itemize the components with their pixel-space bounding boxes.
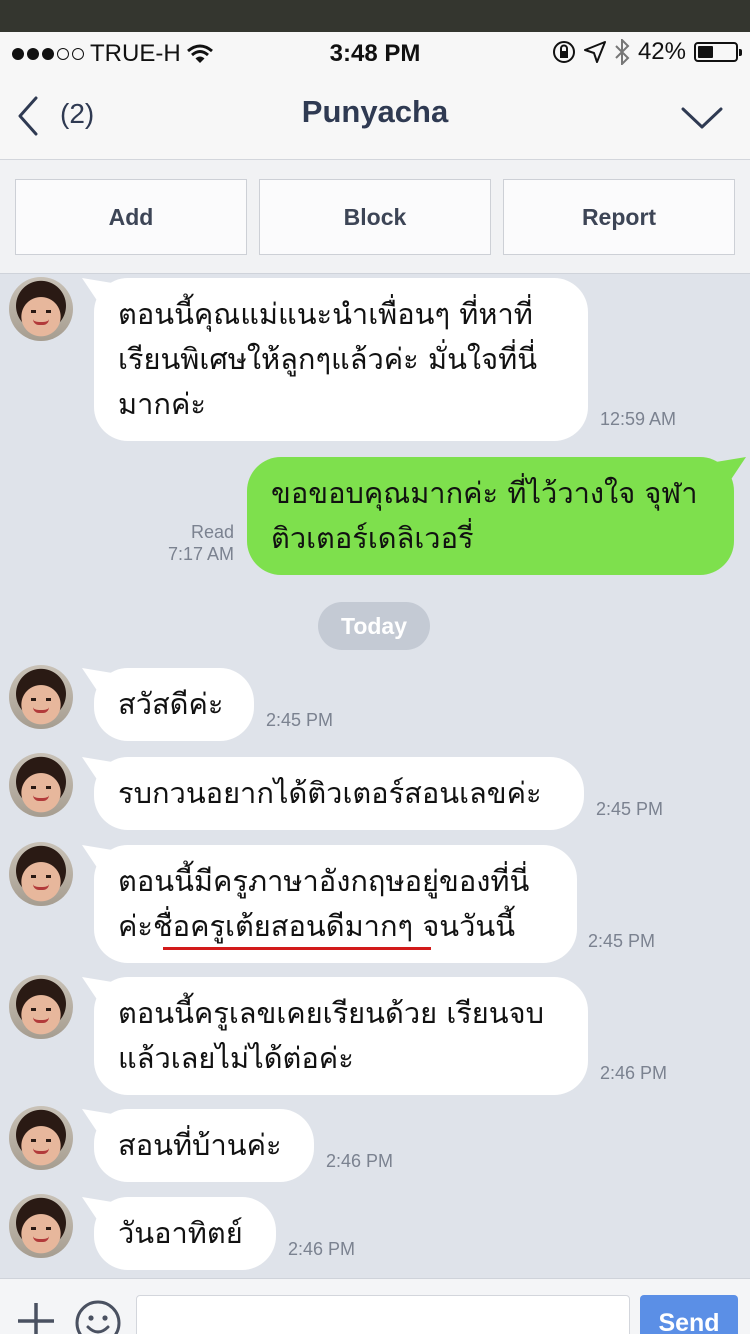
contact-avatar[interactable] xyxy=(9,842,73,906)
battery-icon xyxy=(694,42,742,62)
contact-avatar[interactable] xyxy=(9,975,73,1039)
top-dark-strip xyxy=(0,0,750,32)
message-list[interactable]: ตอนนี้คุณแม่แนะนำเพื่อนๆ ที่หาที่ เรียนพ… xyxy=(0,275,750,1278)
read-label: Read xyxy=(190,522,234,542)
message-bubble-incoming[interactable]: ตอนนี้มีครูภาษาอังกฤษอยู่ของที่นี่ ค่ะชื… xyxy=(94,845,577,963)
report-button[interactable]: Report xyxy=(503,179,735,255)
battery-level xyxy=(698,46,713,58)
contact-avatar[interactable] xyxy=(9,753,73,817)
message-bubble-incoming[interactable]: สอนที่บ้านค่ะ xyxy=(94,1109,314,1182)
message-bubble-outgoing[interactable]: ขอขอบคุณมากค่ะ ที่ไว้วางใจ จุฬา ติวเตอร์… xyxy=(247,457,734,575)
plus-icon[interactable] xyxy=(16,1301,56,1334)
message-bubble-incoming[interactable]: ตอนนี้ครูเลขเคยเรียนด้วย เรียนจบ แล้วเลย… xyxy=(94,977,588,1095)
block-button[interactable]: Block xyxy=(259,179,491,255)
lock-rotation-icon xyxy=(552,41,575,63)
message-time: 12:59 AM xyxy=(600,409,677,429)
chat-header: (2) Punyacha xyxy=(0,74,750,160)
contact-avatar[interactable] xyxy=(9,665,73,729)
date-divider: Today xyxy=(318,602,430,650)
annotation-underline xyxy=(163,947,431,950)
message-time: 2:45 PM xyxy=(596,799,664,819)
message-input[interactable] xyxy=(136,1295,630,1334)
input-bar: Send xyxy=(0,1278,750,1334)
contact-avatar[interactable] xyxy=(9,277,73,341)
bluetooth-icon xyxy=(615,39,630,65)
action-bar: Add Block Report xyxy=(0,160,750,274)
contact-avatar[interactable] xyxy=(9,1106,73,1170)
message-time: 2:46 PM xyxy=(288,1239,356,1259)
battery-percent: 42% xyxy=(637,38,686,65)
read-receipt: Read 7:17 AM xyxy=(150,521,234,565)
contact-avatar[interactable] xyxy=(9,1194,73,1258)
message-time: 2:45 PM xyxy=(588,931,656,951)
message-bubble-incoming[interactable]: รบกวนอยากได้ติวเตอร์สอนเลขค่ะ xyxy=(94,757,584,830)
emoji-icon[interactable] xyxy=(74,1299,122,1334)
location-icon xyxy=(583,41,606,63)
message-bubble-incoming[interactable]: วันอาทิตย์ xyxy=(94,1197,276,1270)
message-time: 2:46 PM xyxy=(600,1063,668,1083)
message-bubble-incoming[interactable]: ตอนนี้คุณแม่แนะนำเพื่อนๆ ที่หาที่ เรียนพ… xyxy=(94,278,588,441)
status-bar: TRUE-H 3:48 PM 42% xyxy=(0,32,750,74)
status-right-group: 42% xyxy=(552,38,742,66)
message-bubble-incoming[interactable]: สวัสดีค่ะ xyxy=(94,668,254,741)
chevron-down-icon[interactable] xyxy=(680,104,724,132)
add-button[interactable]: Add xyxy=(15,179,247,255)
message-time: 2:46 PM xyxy=(326,1151,394,1171)
send-button[interactable]: Send xyxy=(640,1295,738,1334)
message-time: 2:45 PM xyxy=(266,710,334,730)
chat-title: Punyacha xyxy=(301,94,449,129)
message-time: 7:17 AM xyxy=(167,544,234,564)
